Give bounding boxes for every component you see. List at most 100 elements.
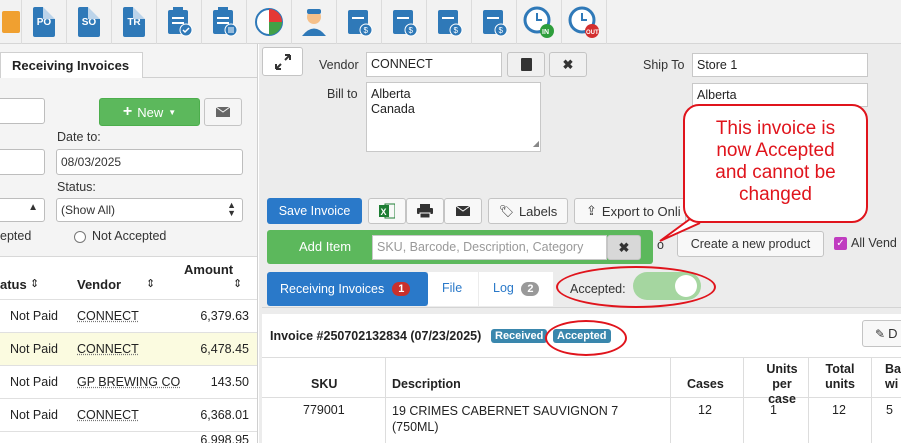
filter-select[interactable]: ▲: [0, 198, 45, 222]
radio-not-accepted-label: Not Accepted: [92, 229, 167, 243]
clock-in-icon[interactable]: IN: [517, 0, 562, 44]
ship-to-field[interactable]: Store 1: [692, 53, 868, 77]
date-to-label: Date to:: [57, 130, 101, 144]
item-cases[interactable]: 12: [698, 403, 712, 417]
duplicate-button[interactable]: ✎ D: [862, 320, 901, 347]
in-label: IN: [542, 29, 549, 36]
checklist-approve-icon[interactable]: [157, 0, 202, 44]
date-from-input[interactable]: [0, 149, 45, 175]
store-icon[interactable]: [0, 0, 22, 44]
table-row[interactable]: Not Paid CONNECT 6,368.01: [0, 398, 257, 431]
row-vendor[interactable]: CONNECT: [77, 342, 139, 356]
invoice-dollar-icon-2[interactable]: $: [382, 0, 427, 44]
radio-not-accepted[interactable]: [74, 231, 86, 243]
bill-to-textarea[interactable]: Alberta Canada ◢: [366, 82, 541, 152]
row-status: Not Paid: [10, 342, 58, 356]
resize-handle-icon[interactable]: ◢: [533, 136, 539, 151]
sort-icon[interactable]: ⇕: [233, 277, 242, 290]
clock-out-icon[interactable]: OUT: [562, 0, 607, 44]
left-tab-bar: Receiving Invoices: [0, 50, 257, 78]
vendor-field[interactable]: CONNECT: [366, 52, 502, 77]
vendor-clear-button[interactable]: ✖: [549, 52, 587, 77]
so-label: SO: [78, 7, 100, 37]
col-cases[interactable]: Cases: [687, 377, 724, 391]
column-vendor[interactable]: Vendor: [77, 277, 121, 292]
item-search-input[interactable]: SKU, Barcode, Description, Category: [372, 235, 607, 260]
sort-icon[interactable]: ⇕: [30, 277, 39, 290]
so-icon[interactable]: SO: [67, 0, 112, 44]
invoice-dollar-icon[interactable]: $: [337, 0, 382, 44]
bill-to-line: Alberta: [371, 87, 411, 101]
search-input[interactable]: [0, 98, 45, 124]
edit-icon: ✎: [875, 326, 886, 341]
envelope-icon: [456, 206, 470, 216]
col-sku[interactable]: SKU: [311, 377, 337, 391]
col-total-units[interactable]: Total units: [818, 362, 862, 392]
table-row[interactable]: Not Paid GP BREWING CO 143.50: [0, 365, 257, 398]
excel-button[interactable]: X: [368, 198, 406, 224]
all-vendors-checkbox[interactable]: ✓: [834, 237, 847, 250]
expand-button[interactable]: [262, 47, 303, 76]
upload-icon: ⇪: [586, 203, 597, 218]
sort-icon[interactable]: ⇕: [146, 277, 155, 290]
user-icon[interactable]: [292, 0, 337, 44]
pie-chart-icon[interactable]: [247, 0, 292, 44]
table-row[interactable]: 6,998.95: [0, 431, 257, 443]
row-amount: 6,478.45: [200, 342, 249, 356]
item-total-units: 12: [832, 403, 846, 417]
row-status: Not Paid: [10, 408, 58, 422]
book-icon: [520, 58, 532, 71]
invoice-items-table: SKU Description Cases Units per case Tota…: [262, 357, 901, 443]
tr-icon[interactable]: TR: [112, 0, 157, 44]
table-row[interactable]: Not Paid CONNECT 6,478.45: [0, 332, 257, 365]
tab-receiving-invoices[interactable]: Receiving Invoices: [0, 52, 143, 78]
row-vendor[interactable]: CONNECT: [77, 408, 139, 422]
row-amount: 6,998.95: [200, 433, 249, 443]
tab-file[interactable]: File: [428, 272, 478, 306]
duplicate-button-label: D: [888, 326, 898, 341]
vendor-book-button[interactable]: [507, 52, 545, 77]
invoice-dollar-icon-4[interactable]: $: [472, 0, 517, 44]
checklist-icon[interactable]: [202, 0, 247, 44]
row-amount: 6,368.01: [200, 408, 249, 422]
status-label: Status:: [57, 180, 96, 194]
row-amount: 6,379.63: [200, 309, 249, 323]
tabs-divider: [262, 307, 901, 308]
labels-button-label: Labels: [518, 203, 558, 219]
column-status[interactable]: atus: [0, 277, 27, 292]
labels-button[interactable]: 🏷 Labels: [488, 198, 568, 224]
date-to-input[interactable]: 08/03/2025: [56, 149, 243, 175]
add-item-label: Add Item: [299, 239, 352, 254]
row-status: Not Paid: [10, 375, 58, 389]
table-row[interactable]: Not Paid CONNECT 6,379.63: [0, 299, 257, 332]
invoice-dollar-icon-3[interactable]: $: [427, 0, 472, 44]
count-badge: 1: [392, 282, 411, 296]
col-balance[interactable]: Ba wi: [885, 362, 901, 392]
row-vendor[interactable]: CONNECT: [77, 309, 139, 323]
vendor-label: Vendor: [319, 58, 359, 72]
tab-log[interactable]: Log 2: [479, 272, 553, 306]
tab-receiving-invoices-detail[interactable]: Receiving Invoices 1: [267, 272, 428, 306]
email-button[interactable]: [204, 98, 242, 126]
tab-label: Receiving Invoices: [280, 282, 385, 296]
new-button[interactable]: + New ▼: [99, 98, 200, 126]
po-icon[interactable]: PO: [22, 0, 67, 44]
status-select[interactable]: (Show All) ▲ ▼: [56, 198, 243, 222]
invoice-title: Invoice #250702132834 (07/23/2025): [270, 329, 482, 343]
save-invoice-button[interactable]: Save Invoice: [267, 198, 362, 224]
email-invoice-button[interactable]: [444, 198, 482, 224]
print-button[interactable]: [406, 198, 444, 224]
svg-text:$: $: [454, 26, 459, 35]
po-label: PO: [33, 7, 55, 37]
row-amount: 143.50: [210, 375, 249, 389]
out-label: OUT: [586, 30, 599, 36]
col-description[interactable]: Description: [392, 377, 461, 391]
tr-label: TR: [123, 7, 145, 37]
plus-icon: +: [122, 103, 133, 120]
row-vendor[interactable]: GP BREWING CO: [77, 375, 180, 389]
item-search-clear-button[interactable]: ✖: [607, 235, 641, 260]
close-icon: ✖: [562, 56, 574, 72]
col-units-per-case[interactable]: Units per case: [757, 362, 807, 407]
column-amount[interactable]: Amount: [184, 262, 233, 277]
radio-accepted-label[interactable]: epted: [0, 229, 31, 243]
